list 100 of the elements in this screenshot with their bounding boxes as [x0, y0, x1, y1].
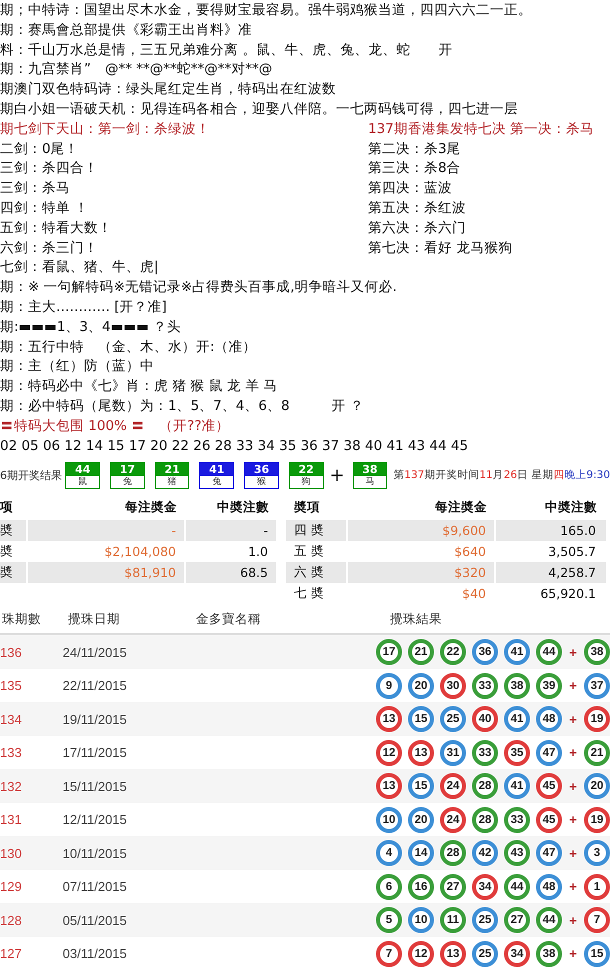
text-line: 期：五行中特 （金、木、水）开:（准）: [0, 338, 258, 357]
text-line: 第六决：杀六门: [368, 218, 466, 238]
text-line: 第二决：杀3尾: [368, 140, 461, 159]
lottery-ball: 44: [536, 907, 562, 934]
text-line: 期：主大………… [开？准]: [0, 298, 168, 317]
lottery-ball: 12: [376, 740, 402, 766]
column-header: 中奬注數: [185, 494, 277, 520]
column-header: 攪珠結果: [389, 611, 443, 628]
table-cell-text: 05/11/2015: [62, 912, 128, 928]
table-cell: $81,910: [27, 562, 185, 584]
plus-sign: +: [568, 678, 578, 694]
lottery-ball: 34: [504, 940, 530, 967]
lottery-ball: 48: [536, 706, 562, 732]
table-cell: -: [27, 520, 185, 542]
text-line: 二剑：0尾！: [0, 140, 80, 159]
text-line: 三剑：杀马: [0, 179, 71, 198]
lottery-ball: 24: [440, 773, 466, 800]
table-cell-text: 15/11/2015: [62, 778, 128, 794]
plus-sign: +: [568, 879, 578, 894]
text-line: 五剑：特看大数！: [0, 218, 113, 238]
lottery-ball: 47: [536, 740, 562, 766]
lottery-ball: 43: [504, 840, 530, 866]
lottery-ball: 25: [472, 907, 498, 934]
lottery-ball: 9: [376, 672, 402, 699]
lottery-ball: 41: [504, 773, 530, 800]
result-number-tile: 38 马: [352, 462, 388, 489]
result-number-tile: 44 鼠: [65, 462, 100, 489]
lottery-ball: 21: [584, 740, 610, 766]
lottery-ball: 28: [440, 840, 466, 866]
table-cell: 165.0: [495, 520, 607, 542]
text-line: 六剑：杀三门！: [0, 238, 99, 258]
table-cell-text: 17/11/2015: [62, 745, 128, 760]
table-cell: 七 奬: [286, 583, 347, 604]
table-cell: 奬: [0, 562, 27, 584]
text-line: 期：特码必中《七》肖：虎 猪 猴 鼠 龙 羊 马: [0, 377, 279, 396]
lottery-ball: 1: [584, 874, 610, 900]
plus-sign: +: [330, 464, 345, 486]
lottery-ball: 15: [408, 773, 434, 800]
text-line: 四剑：特单 ！: [0, 198, 90, 218]
text-line: 七剑：看鼠、猪、牛、虎|: [0, 258, 160, 278]
column-header: 攪珠日期: [67, 611, 121, 628]
lottery-ball: 7: [584, 907, 610, 934]
lottery-ball: 45: [536, 806, 562, 833]
lottery-ball: 12: [408, 940, 434, 967]
result-number-tile: 22 狗: [288, 462, 324, 489]
lottery-ball: 14: [408, 840, 434, 866]
lottery-ball: 37: [584, 672, 610, 699]
lottery-ball: 10: [376, 806, 402, 833]
lottery-ball: 6: [376, 874, 402, 900]
lottery-ball: 7: [376, 940, 402, 967]
lottery-ball: 38: [584, 639, 610, 666]
plus-sign: +: [568, 912, 578, 928]
table-cell: 4,258.7: [495, 562, 607, 584]
table-cell-text: 135: [0, 678, 23, 694]
lottery-ball: 28: [472, 773, 498, 800]
table-cell-text: 130: [0, 846, 23, 861]
column-header: 金多寶名稱: [195, 611, 262, 628]
text-line: 137期香港集发特七决 第一决：杀马: [368, 120, 594, 139]
table-cell-text: 19/11/2015: [62, 712, 128, 727]
text-line: 期：※ 一句解特码※无错记录※占得费头百事成,明争暗斗又何必.: [0, 278, 398, 298]
lottery-ball: 13: [408, 740, 434, 766]
result-number-tile: 41 兔: [199, 462, 234, 489]
column-header: 每注奬金: [27, 494, 185, 520]
lottery-ball: 42: [472, 840, 498, 866]
table-cell-text: 03/11/2015: [62, 946, 128, 962]
plus-sign: +: [568, 846, 578, 861]
table-cell-text: 127: [0, 946, 23, 962]
lottery-ball: 16: [408, 874, 434, 900]
table-cell-text: 132: [0, 778, 23, 794]
table-cell: $9,600: [347, 520, 495, 542]
text-line: 期:▬▬▬1、3、4▬▬▬ ？头: [0, 318, 182, 337]
draw-time-text: 第137期开奖时间 11月 26日 星期四晚上9:30: [393, 468, 610, 482]
lottery-ball: 22: [440, 639, 466, 666]
lottery-ball: 25: [440, 706, 466, 732]
result-number-tile: 36 猴: [244, 462, 279, 489]
table-cell: -: [185, 520, 277, 542]
lottery-ball: 39: [536, 672, 562, 699]
text-line: 期：赛馬會总部提供《彩霸王出肖料》准: [0, 20, 253, 40]
table-cell: $320: [347, 562, 495, 584]
table-cell-text: 07/11/2015: [62, 879, 128, 894]
lottery-ball: 15: [408, 706, 434, 732]
table-cell: 65,920.1: [495, 583, 607, 604]
result-number-tile: 17 兔: [110, 462, 145, 489]
lottery-ball: 27: [504, 907, 530, 934]
table-cell: 奬: [0, 520, 27, 542]
table-cell: $40: [347, 583, 495, 604]
lottery-ball: 41: [504, 706, 530, 732]
table-cell-text: 22/11/2015: [62, 678, 128, 694]
column-header: 每注奬金: [347, 494, 495, 520]
text-line: 第四决：蓝波: [368, 179, 452, 198]
text-line: 〓特码大包围 100% 〓 （开??准）: [0, 416, 231, 436]
table-cell-text: 134: [0, 712, 23, 727]
text-line: 期澳门双色特码诗：绿头尾红定生肖，特码出在红波数: [0, 80, 337, 100]
lottery-ball: 47: [536, 840, 562, 866]
lottery-ball: 19: [584, 806, 610, 833]
lottery-ball: 40: [472, 706, 498, 732]
plus-sign: +: [568, 712, 578, 727]
table-cell: 六 奬: [286, 562, 347, 584]
lottery-ball: 10: [408, 907, 434, 934]
column-header: 中奬注數: [495, 494, 607, 520]
